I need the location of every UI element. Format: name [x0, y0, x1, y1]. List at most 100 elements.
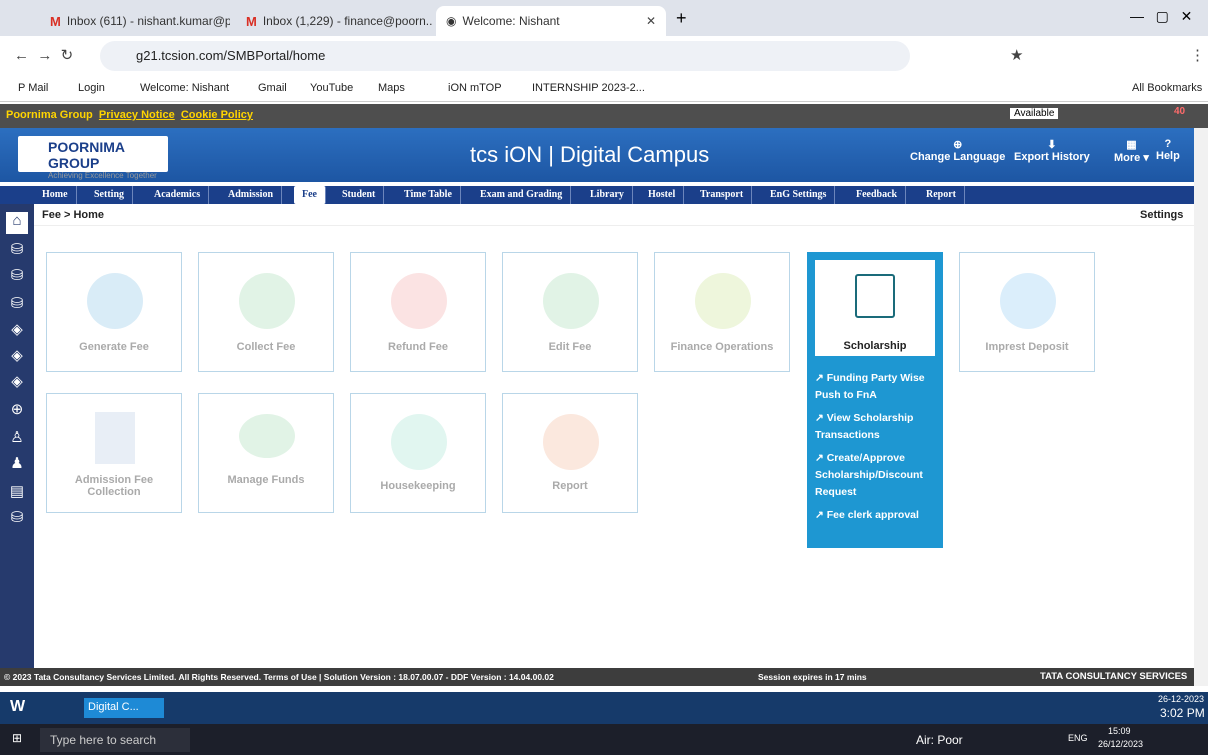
menu-academics[interactable]: Academics	[146, 186, 210, 204]
settings-link[interactable]: Settings	[1140, 209, 1183, 221]
tile-refund-fee[interactable]: Refund Fee	[350, 252, 486, 372]
menu-report[interactable]: Report	[918, 186, 965, 204]
menu-exam[interactable]: Exam and Grading	[472, 186, 572, 204]
help-icon: ?	[1164, 138, 1172, 150]
finance-icon	[695, 273, 751, 329]
doc-icon[interactable]: ▤	[6, 482, 28, 504]
browser-tab-bar: MInbox (611) - nishant.kumar@p...✕ MInbo…	[0, 0, 1208, 36]
breadcrumb[interactable]: Fee > Home	[42, 209, 104, 221]
tile-manage-funds[interactable]: Manage Funds	[198, 393, 334, 513]
bookmark[interactable]: Login	[78, 82, 105, 94]
bookmark[interactable]: YouTube	[310, 82, 353, 94]
user-icon[interactable]: ♙	[6, 428, 28, 450]
link-create-approve[interactable]: ↗ Create/Approve Scholarship/Discount Re…	[815, 450, 939, 501]
url-input[interactable]: g21.tcsion.com/SMBPortal/home	[100, 41, 910, 71]
browser-tab[interactable]: MInbox (1,229) - finance@poorn...✕	[236, 6, 432, 36]
air-quality: Air: Poor	[916, 733, 963, 747]
taskbar-search[interactable]: Type here to search	[40, 728, 190, 752]
menu-fee[interactable]: Fee	[294, 186, 326, 204]
link-fee-clerk-approval[interactable]: ↗ Fee clerk approval	[815, 507, 939, 524]
menu-hostel[interactable]: Hostel	[640, 186, 685, 204]
notification-badge[interactable]: 40	[1174, 106, 1185, 117]
scrollbar[interactable]	[1194, 128, 1208, 686]
window-controls[interactable]: — ▢ ✕	[1130, 8, 1192, 25]
tile-scholarship[interactable]: Scholarship	[807, 252, 943, 364]
tag-icon[interactable]: ◈	[6, 346, 28, 368]
change-language-button[interactable]: ⊕ Change Language	[910, 138, 1005, 163]
tile-report[interactable]: Report	[502, 393, 638, 513]
download-icon: ⬇	[1047, 139, 1057, 151]
users-icon[interactable]: ♟	[6, 454, 28, 476]
coins-icon[interactable]: ⛁	[6, 240, 28, 262]
tile-finance-operations[interactable]: Finance Operations	[654, 252, 790, 372]
bookmark[interactable]: iON mTOP	[448, 82, 502, 94]
bookmark[interactable]: INTERNSHIP 2023-2...	[532, 82, 645, 94]
tile-edit-fee[interactable]: Edit Fee	[502, 252, 638, 372]
app-switcher-bar: W Digital C... 26-12-2023 3:02 PM	[0, 692, 1208, 724]
status-select[interactable]: Available	[1010, 108, 1059, 119]
tile-housekeeping[interactable]: Housekeeping	[350, 393, 486, 513]
globe-icon: ◉	[446, 14, 457, 28]
coins-icon[interactable]: ⛁	[6, 266, 28, 288]
tile-collect-fee[interactable]: Collect Fee	[198, 252, 334, 372]
language-indicator[interactable]: ENG	[1068, 733, 1088, 743]
cookie-link[interactable]: Cookie Policy	[181, 109, 253, 121]
new-tab-button[interactable]: +	[676, 8, 687, 29]
tile-imprest-deposit[interactable]: Imprest Deposit	[959, 252, 1095, 372]
windows-icon[interactable]: ⊞	[12, 731, 22, 745]
menu-transport[interactable]: Transport	[692, 186, 753, 204]
collect-fee-icon	[239, 273, 295, 329]
menu-feedback[interactable]: Feedback	[848, 186, 907, 204]
menu-admission[interactable]: Admission	[220, 186, 283, 204]
scholarship-icon	[855, 274, 895, 318]
footer: © 2023 Tata Consultancy Services Limited…	[0, 668, 1194, 686]
piggy-bank-icon	[1000, 273, 1056, 329]
sidebar: ⌂ ⛁ ⛁ ⛁ ◈ ◈ ◈ ⊕ ♙ ♟ ▤ ⛁	[0, 204, 34, 672]
bookmark[interactable]: Welcome: Nishant	[140, 82, 229, 94]
export-history-button[interactable]: ⬇ Export History	[1014, 138, 1090, 163]
menu-student[interactable]: Student	[334, 186, 385, 204]
tile-generate-fee[interactable]: Generate Fee	[46, 252, 182, 372]
broom-icon	[391, 414, 447, 470]
menu-eng-settings[interactable]: EnG Settings	[762, 186, 836, 204]
brand-title: tcs iON | Digital Campus	[470, 142, 710, 167]
footer-copyright: © 2023 Tata Consultancy Services Limited…	[4, 672, 554, 682]
menu-home[interactable]: Home	[34, 186, 77, 204]
menu-icon[interactable]: ⋮	[1190, 46, 1205, 64]
logo: POORNIMA GROUP Achieving Excellence Toge…	[18, 136, 168, 180]
nav-buttons[interactable]: ← → ↻	[14, 46, 73, 64]
menu-setting[interactable]: Setting	[86, 186, 133, 204]
org-name: Poornima Group	[6, 109, 93, 121]
privacy-link[interactable]: Privacy Notice	[99, 109, 175, 121]
app-tab[interactable]: Digital C...	[84, 698, 164, 718]
home-icon[interactable]: ⌂	[6, 212, 28, 234]
link-funding-party[interactable]: ↗ Funding Party Wise Push to FnA	[815, 370, 939, 404]
menu-library[interactable]: Library	[582, 186, 633, 204]
browser-tab-active[interactable]: ◉ Welcome: Nishant ✕	[436, 6, 666, 36]
help-button[interactable]: ? Help	[1156, 138, 1180, 162]
all-bookmarks[interactable]: All Bookmarks	[1132, 82, 1202, 94]
address-bar: ← → ↻ g21.tcsion.com/SMBPortal/home ★ ⋮	[0, 36, 1208, 76]
session-timer: Session expires in 17 mins	[758, 672, 867, 682]
clock-date: 26/12/2023	[1098, 739, 1144, 749]
report-icon	[543, 414, 599, 470]
bookmark[interactable]: Maps	[378, 82, 405, 94]
w-logo-icon: W	[10, 698, 26, 715]
main-menu: Home Setting Academics Admission Fee Stu…	[0, 186, 1194, 204]
menu-time-table[interactable]: Time Table	[396, 186, 461, 204]
coins-icon[interactable]: ⛁	[6, 294, 28, 316]
tile-admission-fee-collection[interactable]: Admission Fee Collection	[46, 393, 182, 513]
bookmark[interactable]: P Mail	[18, 82, 48, 94]
fund-icon[interactable]: ⊕	[6, 400, 28, 422]
link-view-transactions[interactable]: ↗ View Scholarship Transactions	[815, 410, 939, 444]
tag-icon[interactable]: ◈	[6, 372, 28, 394]
coins-icon[interactable]: ⛁	[6, 508, 28, 530]
star-icon[interactable]: ★	[1010, 46, 1023, 64]
bookmark[interactable]: Gmail	[258, 82, 287, 94]
more-button[interactable]: ▦ More ▾	[1114, 138, 1149, 164]
browser-tab[interactable]: MInbox (611) - nishant.kumar@p...✕	[40, 6, 230, 36]
wbar-time: 3:02 PM	[1160, 706, 1205, 720]
close-icon[interactable]: ✕	[638, 14, 656, 28]
tag-icon[interactable]: ◈	[6, 320, 28, 342]
wbar-date: 26-12-2023	[1158, 694, 1205, 704]
